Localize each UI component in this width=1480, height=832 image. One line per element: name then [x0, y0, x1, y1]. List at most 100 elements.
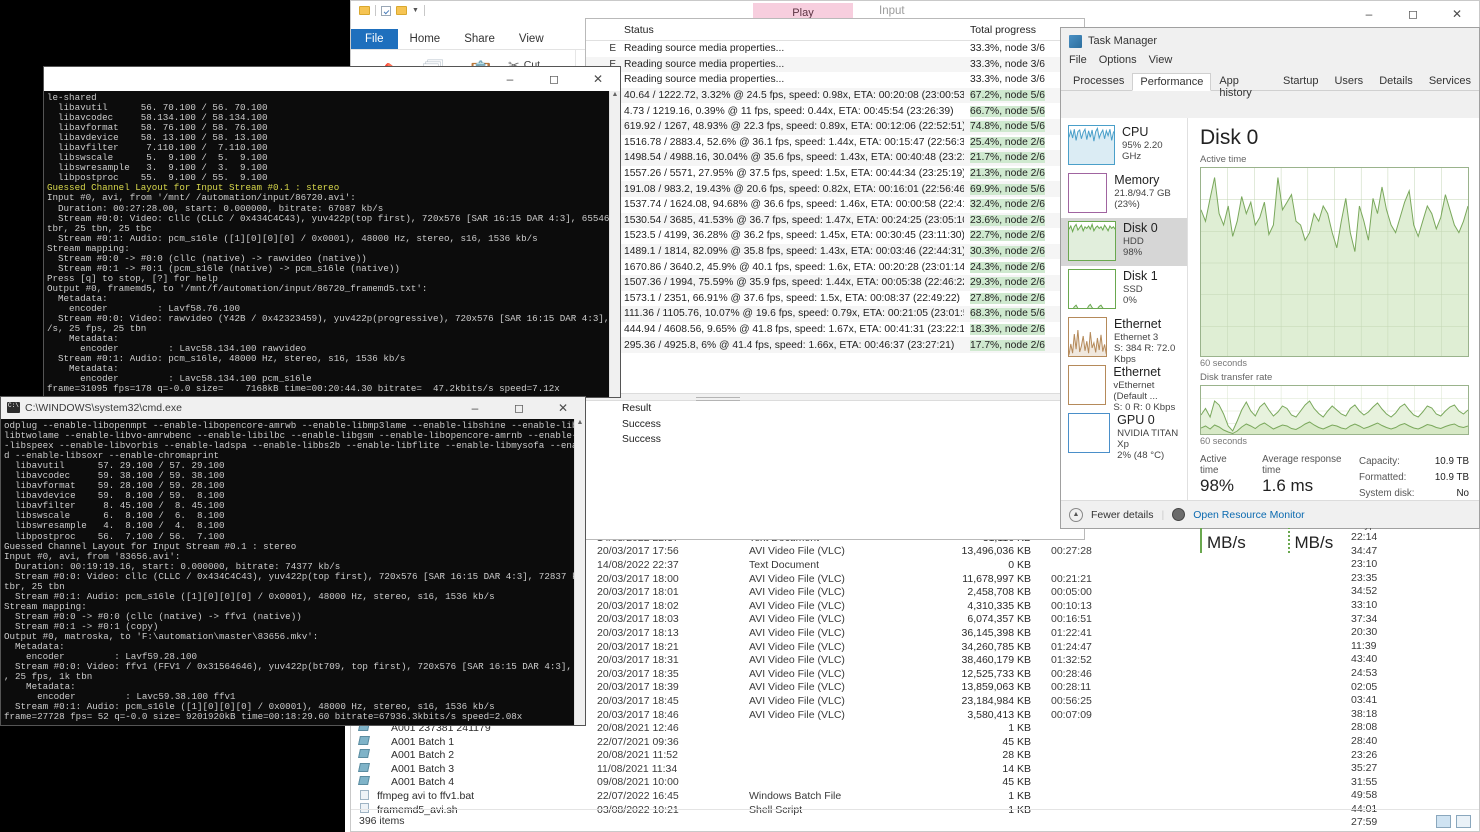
progress-column-headers[interactable]: Status Total progress: [586, 19, 1084, 41]
file-size: 23,184,984 KB: [901, 695, 1041, 707]
progress-row[interactable]: 111.36 / 1105.76, 10.07% @ 19.6 fps, spe…: [586, 306, 1084, 322]
tab-services[interactable]: Services: [1421, 72, 1479, 90]
sidebar-item-ethernet[interactable]: EthernetEthernet 3S: 384 R: 72.0 Kbps: [1061, 314, 1187, 362]
progress-row[interactable]: VE1498.54 / 4988.16, 30.04% @ 35.6 fps, …: [586, 150, 1084, 166]
minimize-icon[interactable]: –: [453, 397, 497, 419]
view-mode-toggles[interactable]: [1436, 815, 1471, 828]
cmd-scrollbar[interactable]: ▲: [574, 419, 585, 725]
progress-row[interactable]: VE1537.74 / 1624.08, 94.68% @ 36.6 fps, …: [586, 197, 1084, 213]
properties-icon[interactable]: [381, 6, 391, 16]
maximize-icon[interactable]: ◻: [497, 397, 541, 419]
details-view-icon[interactable]: [1436, 815, 1451, 828]
file-date: 20/03/2017 18:31: [597, 654, 749, 666]
file-row[interactable]: A001 Batch 220/08/2021 11:5228 KB: [351, 749, 1480, 763]
mini-graph: [1068, 221, 1116, 261]
minimize-icon[interactable]: –: [1347, 1, 1391, 27]
progress-row-list[interactable]: EReading source media properties...33.3%…: [586, 41, 1084, 353]
tab-home[interactable]: Home: [398, 30, 453, 49]
result-list[interactable]: ResultSuccessSuccess: [586, 401, 1084, 448]
menu-file[interactable]: File: [1069, 54, 1087, 72]
cmd-output-text: odplug --enable-libopenmpt --enable-libo…: [1, 419, 585, 724]
sidebar-item-disk-0[interactable]: Disk 0HDD98%: [1061, 218, 1187, 266]
progress-row[interactable]: VE1507.36 / 1994, 75.59% @ 35.9 fps, spe…: [586, 275, 1084, 291]
file-type: AVI Video File (VLC): [749, 600, 901, 612]
progress-row[interactable]: 619.92 / 1267, 48.93% @ 22.3 fps, speed:…: [586, 119, 1084, 135]
tab-users[interactable]: Users: [1326, 72, 1371, 90]
progress-row[interactable]: EReading source media properties...33.3%…: [586, 41, 1084, 57]
chevron-down-icon[interactable]: ▼: [412, 7, 419, 14]
sidebar-item-sub2: 98%: [1123, 247, 1158, 258]
sidebar-item-text: CPU95% 2.20 GHz: [1122, 125, 1183, 167]
progress-row[interactable]: VE1573.1 / 2351, 66.91% @ 37.6 fps, spee…: [586, 291, 1084, 307]
length-value: 43:40: [1351, 653, 1471, 667]
sidebar-item-cpu[interactable]: CPU95% 2.20 GHz: [1061, 122, 1187, 170]
result-row[interactable]: Success: [586, 432, 1084, 448]
length-value: 03:41: [1351, 694, 1471, 708]
maximize-icon[interactable]: ◻: [1391, 1, 1435, 27]
sidebar-item-sub2: S: 0 R: 0 Kbps: [1113, 402, 1183, 413]
column-header-status[interactable]: Status: [620, 24, 964, 36]
progress-row[interactable]: VE1670.86 / 3640.2, 45.9% @ 40.1 fps, sp…: [586, 259, 1084, 275]
task-manager-tabs[interactable]: ProcessesPerformanceApp historyStartupUs…: [1061, 72, 1479, 91]
sidebar-item-gpu-0[interactable]: GPU 0NVIDIA TITAN Xp2% (48 °C): [1061, 410, 1187, 458]
close-icon[interactable]: ✕: [541, 397, 585, 419]
row-status: 1523.5 / 4199, 36.28% @ 36.2 fps, speed:…: [620, 230, 964, 241]
tab-share[interactable]: Share: [452, 30, 507, 49]
console-scrollbar[interactable]: ▲: [609, 91, 620, 397]
close-icon[interactable]: ✕: [1435, 1, 1479, 27]
sidebar-item-sub1: 95% 2.20 GHz: [1122, 140, 1183, 163]
length-value: 37:34: [1351, 613, 1471, 627]
progress-row[interactable]: 40.64 / 1222.72, 3.32% @ 24.5 fps, speed…: [586, 88, 1084, 104]
file-size: 38,460,179 KB: [901, 654, 1041, 666]
tab-view[interactable]: View: [507, 30, 556, 49]
menu-options[interactable]: Options: [1099, 54, 1137, 72]
length-value: 34:52: [1351, 585, 1471, 599]
open-resource-monitor-link[interactable]: Open Resource Monitor: [1193, 509, 1304, 521]
progress-row[interactable]: EReading source media properties...33.3%…: [586, 72, 1084, 88]
chevron-up-icon[interactable]: ▲: [1069, 508, 1083, 522]
file-size: 36,145,398 KB: [901, 627, 1041, 639]
file-type: AVI Video File (VLC): [749, 641, 901, 653]
tab-details[interactable]: Details: [1371, 72, 1421, 90]
large-icons-view-icon[interactable]: [1456, 815, 1471, 828]
sidebar-item-disk-1[interactable]: Disk 1SSD0%: [1061, 266, 1187, 314]
file-row[interactable]: A001 Batch 311/08/2021 11:3414 KB: [351, 762, 1480, 776]
task-manager-menu-bar[interactable]: File Options View: [1061, 54, 1479, 72]
file-row[interactable]: ffmpeg avi to ffv1.bat22/07/2022 16:45Wi…: [351, 789, 1480, 803]
progress-row[interactable]: VE1530.54 / 3685, 41.53% @ 36.7 fps, spe…: [586, 213, 1084, 229]
result-row[interactable]: Success: [586, 417, 1084, 433]
file-row[interactable]: A001 Batch 122/07/2021 09:3645 KB: [351, 735, 1480, 749]
splitter-handle[interactable]: [586, 393, 1084, 401]
tab-performance[interactable]: Performance: [1132, 73, 1211, 91]
progress-row[interactable]: VE1523.5 / 4199, 36.28% @ 36.2 fps, spee…: [586, 228, 1084, 244]
tab-app-history[interactable]: App history: [1211, 72, 1275, 90]
progress-row[interactable]: VE444.94 / 4608.56, 9.65% @ 41.8 fps, sp…: [586, 322, 1084, 338]
file-row[interactable]: A001 Batch 409/08/2021 10:0045 KB: [351, 776, 1480, 790]
tab-file[interactable]: File: [351, 29, 398, 49]
sidebar-item-ethernet[interactable]: EthernetvEthernet (Default ...S: 0 R: 0 …: [1061, 362, 1187, 410]
close-icon[interactable]: ✕: [576, 67, 620, 91]
new-folder-icon[interactable]: [396, 6, 407, 15]
sidebar-item-memory[interactable]: Memory21.8/94.7 GB (23%): [1061, 170, 1187, 218]
console-line: frame=31095 fps=178 q=-0.0 size= 7168kB …: [47, 383, 560, 394]
performance-sidebar[interactable]: CPU95% 2.20 GHzMemory21.8/94.7 GB (23%)D…: [1061, 118, 1188, 528]
progress-row[interactable]: VE1557.26 / 5571, 27.95% @ 37.5 fps, spe…: [586, 166, 1084, 182]
tab-startup[interactable]: Startup: [1275, 72, 1326, 90]
progress-row[interactable]: 4.73 / 1219.16, 0.39% @ 11 fps, speed: 0…: [586, 103, 1084, 119]
progress-row[interactable]: VE1489.1 / 1814, 82.09% @ 35.8 fps, spee…: [586, 244, 1084, 260]
progress-row[interactable]: EReading source media properties...33.3%…: [586, 57, 1084, 73]
minimize-icon[interactable]: –: [488, 67, 532, 91]
result-column-header[interactable]: Result: [586, 401, 1084, 417]
quick-access-toolbar[interactable]: ▼: [359, 5, 425, 16]
menu-view[interactable]: View: [1149, 54, 1173, 72]
fewer-details-button[interactable]: Fewer details: [1091, 509, 1153, 521]
maximize-icon[interactable]: ◻: [532, 67, 576, 91]
scroll-up-icon[interactable]: ▲: [610, 91, 620, 98]
cmd-icon: C:\: [7, 402, 20, 413]
progress-row[interactable]: VE1516.78 / 2883.4, 52.6% @ 36.1 fps, sp…: [586, 135, 1084, 151]
scroll-up-icon[interactable]: ▲: [575, 419, 585, 426]
tab-processes[interactable]: Processes: [1065, 72, 1132, 90]
progress-row[interactable]: 191.08 / 983.2, 19.43% @ 20.6 fps, speed…: [586, 181, 1084, 197]
disk-property-row: Formatted:10.9 TB: [1359, 470, 1469, 486]
progress-row[interactable]: VE295.36 / 4925.8, 6% @ 41.4 fps, speed:…: [586, 337, 1084, 353]
